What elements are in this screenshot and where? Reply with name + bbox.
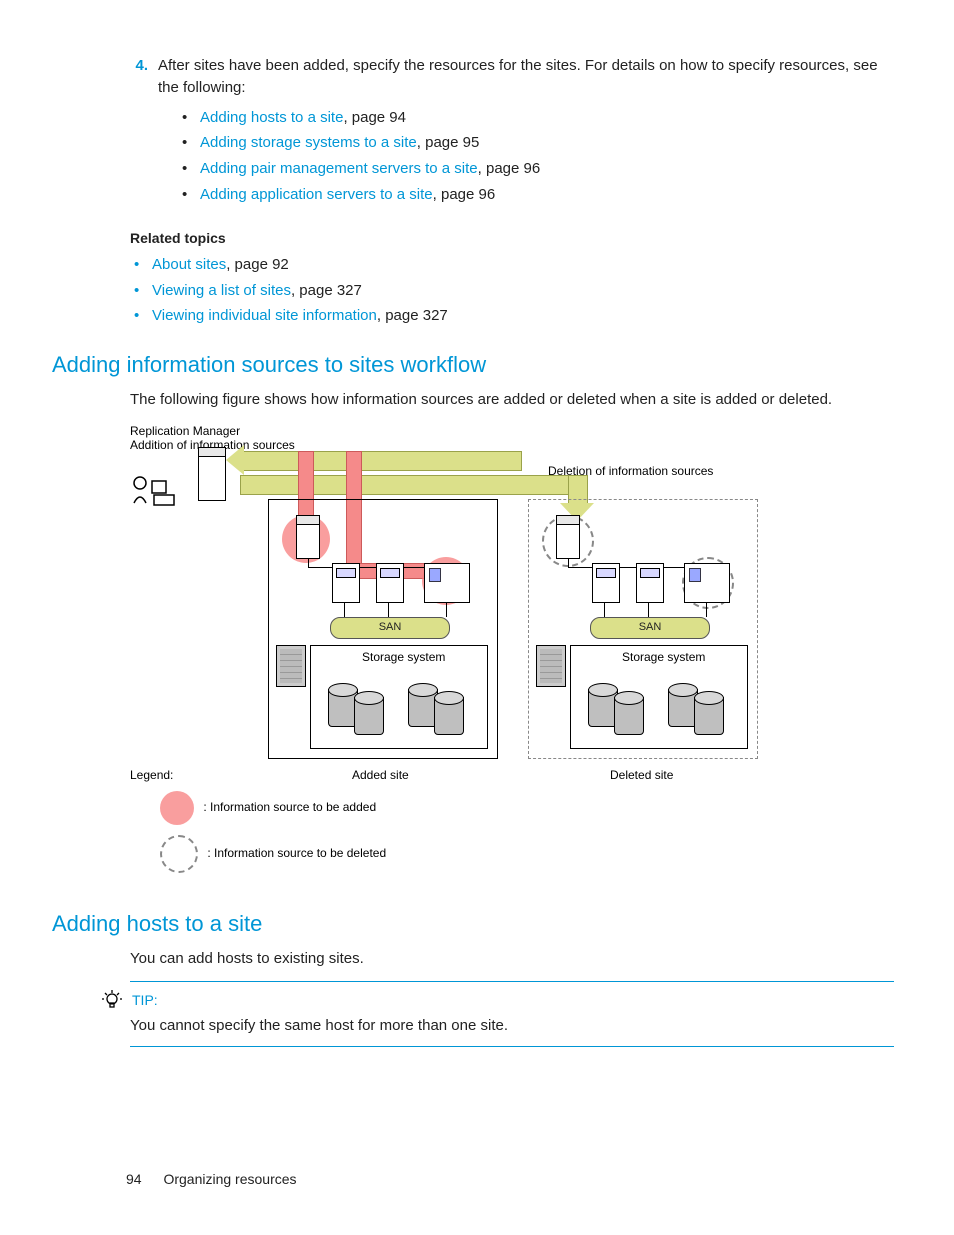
related-suffix: , page 92 [226, 256, 289, 273]
wide-server-icon [684, 563, 730, 603]
cylinder-icon [434, 691, 464, 735]
related-item: About sites, page 92 [130, 254, 894, 276]
connector-line [604, 603, 605, 617]
connector-line [344, 603, 345, 617]
connector-line [446, 603, 447, 617]
link-adding-storage[interactable]: Adding storage systems to a site [200, 134, 417, 151]
legend-dash-circle-icon [160, 835, 198, 873]
link-viewing-list[interactable]: Viewing a list of sites [152, 282, 291, 299]
legend-row-add: : Information source to be added [160, 791, 370, 825]
related-suffix: , page 327 [377, 307, 448, 324]
added-server-icon [296, 515, 320, 559]
replication-server-icon [198, 447, 226, 501]
cylinder-icon [614, 691, 644, 735]
bullet-item: Adding application servers to a site, pa… [158, 184, 894, 206]
chapter-title: Organizing resources [163, 1171, 296, 1187]
wide-server-icon [424, 563, 470, 603]
tape-icon [536, 645, 566, 687]
page-footer: 94 Organizing resources [126, 1169, 297, 1189]
host-icon [636, 563, 664, 603]
user-icon [130, 473, 180, 509]
bullet-suffix: , page 95 [417, 134, 480, 151]
link-adding-hosts[interactable]: Adding hosts to a site [200, 109, 343, 126]
step-bullets: Adding hosts to a site, page 94 Adding s… [158, 107, 894, 206]
bullet-item: Adding pair management servers to a site… [158, 158, 894, 180]
heading-adding-info-sources: Adding information sources to sites work… [52, 349, 894, 381]
document-page: 4. After sites have been added, specify … [0, 0, 954, 1235]
link-about-sites[interactable]: About sites [152, 256, 226, 273]
connector-line [388, 603, 389, 617]
host-icon [376, 563, 404, 603]
legend-add-text: : Information source to be added [203, 800, 376, 814]
legend-row-del: : Information source to be deleted [160, 835, 380, 873]
related-item: Viewing individual site information, pag… [130, 305, 894, 327]
tip-rule-top [130, 981, 894, 982]
bullet-suffix: , page 94 [343, 109, 406, 126]
bullet-item: Adding hosts to a site, page 94 [158, 107, 894, 129]
arrow-addition-head [226, 445, 244, 475]
cylinder-icon [694, 691, 724, 735]
cylinder-icon [354, 691, 384, 735]
link-viewing-individual[interactable]: Viewing individual site information [152, 307, 377, 324]
host-icon [332, 563, 360, 603]
page-number: 94 [126, 1171, 142, 1187]
legend-red-circle-icon [160, 791, 194, 825]
legend-heading: Legend: [130, 767, 173, 784]
san-label-2: SAN [590, 617, 710, 639]
bullet-suffix: , page 96 [478, 160, 541, 177]
storage-label-2: Storage system [622, 649, 705, 666]
step-body: After sites have been added, specify the… [158, 55, 894, 216]
step-number: 4. [120, 55, 158, 216]
step-text: After sites have been added, specify the… [158, 57, 878, 96]
connector-line [308, 559, 309, 567]
tip-block: TIP: You cannot specify the same host fo… [130, 981, 894, 1047]
bullet-item: Adding storage systems to a site, page 9… [158, 132, 894, 154]
connector-line [568, 559, 569, 567]
bullet-suffix: , page 96 [433, 186, 496, 203]
arrow-addition [240, 451, 522, 471]
link-adding-pair-mgmt[interactable]: Adding pair management servers to a site [200, 160, 478, 177]
added-site-label: Added site [352, 767, 409, 784]
related-suffix: , page 327 [291, 282, 362, 299]
tip-text: You cannot specify the same host for mor… [130, 1015, 894, 1037]
ordered-step-4: 4. After sites have been added, specify … [60, 55, 894, 216]
related-item: Viewing a list of sites, page 327 [130, 280, 894, 302]
tip-row: TIP: [102, 990, 894, 1010]
connector-line [648, 603, 649, 617]
connector-line [706, 603, 707, 617]
deleted-server-icon [556, 515, 580, 559]
related-topics-list: About sites, page 92 Viewing a list of s… [130, 254, 894, 327]
heading-adding-hosts: Adding hosts to a site [52, 908, 894, 940]
host-icon [592, 563, 620, 603]
san-label-1: SAN [330, 617, 450, 639]
workflow-diagram: Replication Manager Addition of informat… [130, 423, 750, 888]
tip-icon [102, 990, 122, 1010]
tip-rule-bottom [130, 1046, 894, 1047]
arrow-deletion-h [240, 475, 570, 495]
link-adding-app-servers[interactable]: Adding application servers to a site [200, 186, 433, 203]
tape-icon [276, 645, 306, 687]
section1-paragraph: The following figure shows how informati… [130, 389, 894, 411]
section2-paragraph: You can add hosts to existing sites. [130, 948, 894, 970]
related-topics-heading: Related topics [130, 228, 894, 248]
tip-label: TIP: [132, 990, 158, 1010]
storage-label-1: Storage system [362, 649, 445, 666]
deleted-site-label: Deleted site [610, 767, 673, 784]
legend-del-text: : Information source to be deleted [207, 846, 386, 860]
